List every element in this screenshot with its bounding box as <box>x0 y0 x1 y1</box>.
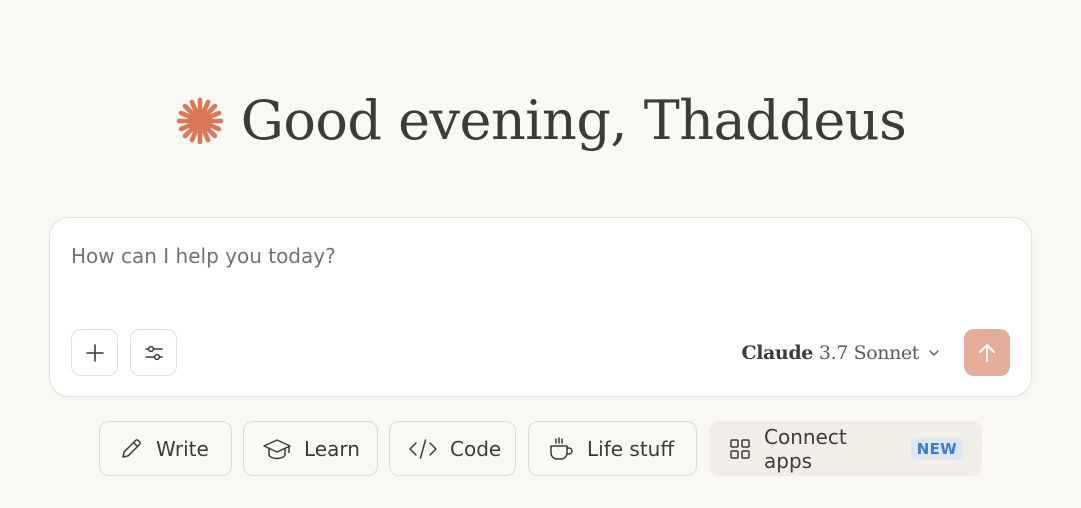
new-badge: NEW <box>910 437 963 460</box>
code-chip-label: Code <box>450 436 502 461</box>
code-chip[interactable]: Code <box>389 421 516 476</box>
life-stuff-chip[interactable]: Life stuff <box>528 421 697 476</box>
add-attachment-button[interactable] <box>71 329 118 376</box>
model-name: Claude <box>741 342 813 364</box>
write-chip-label: Write <box>156 436 209 461</box>
message-composer: Claude 3.7 Sonnet <box>49 217 1032 397</box>
chevron-down-icon <box>927 346 941 360</box>
learn-chip-label: Learn <box>304 436 360 461</box>
arrow-up-icon <box>977 342 997 364</box>
prompt-input[interactable] <box>71 240 971 272</box>
greeting-text: Good evening, Thaddeus <box>240 89 907 152</box>
connect-apps-chip-label: Connect apps <box>764 424 847 473</box>
quick-action-chips: Write Learn Code Life stuff Connect apps… <box>0 421 1081 476</box>
coffee-cup-icon <box>547 435 575 463</box>
greeting-header: Good evening, Thaddeus <box>0 86 1081 156</box>
graduation-cap-icon <box>262 436 292 462</box>
model-selector[interactable]: Claude 3.7 Sonnet <box>741 339 941 367</box>
sliders-icon <box>143 342 165 364</box>
pencil-icon <box>118 436 144 462</box>
model-version: 3.7 Sonnet <box>818 342 919 364</box>
send-button[interactable] <box>964 329 1010 376</box>
plus-icon <box>85 343 105 363</box>
claude-spark-icon <box>175 96 225 146</box>
chat-home-page: Good evening, Thaddeus How can I help yo… <box>0 0 1081 508</box>
tools-button[interactable] <box>130 329 177 376</box>
life-stuff-chip-label: Life stuff <box>587 436 675 461</box>
grid-apps-icon <box>728 437 752 461</box>
write-chip[interactable]: Write <box>99 421 232 476</box>
code-brackets-icon <box>408 437 438 461</box>
connect-apps-chip[interactable]: Connect apps NEW <box>709 421 982 476</box>
learn-chip[interactable]: Learn <box>243 421 378 476</box>
